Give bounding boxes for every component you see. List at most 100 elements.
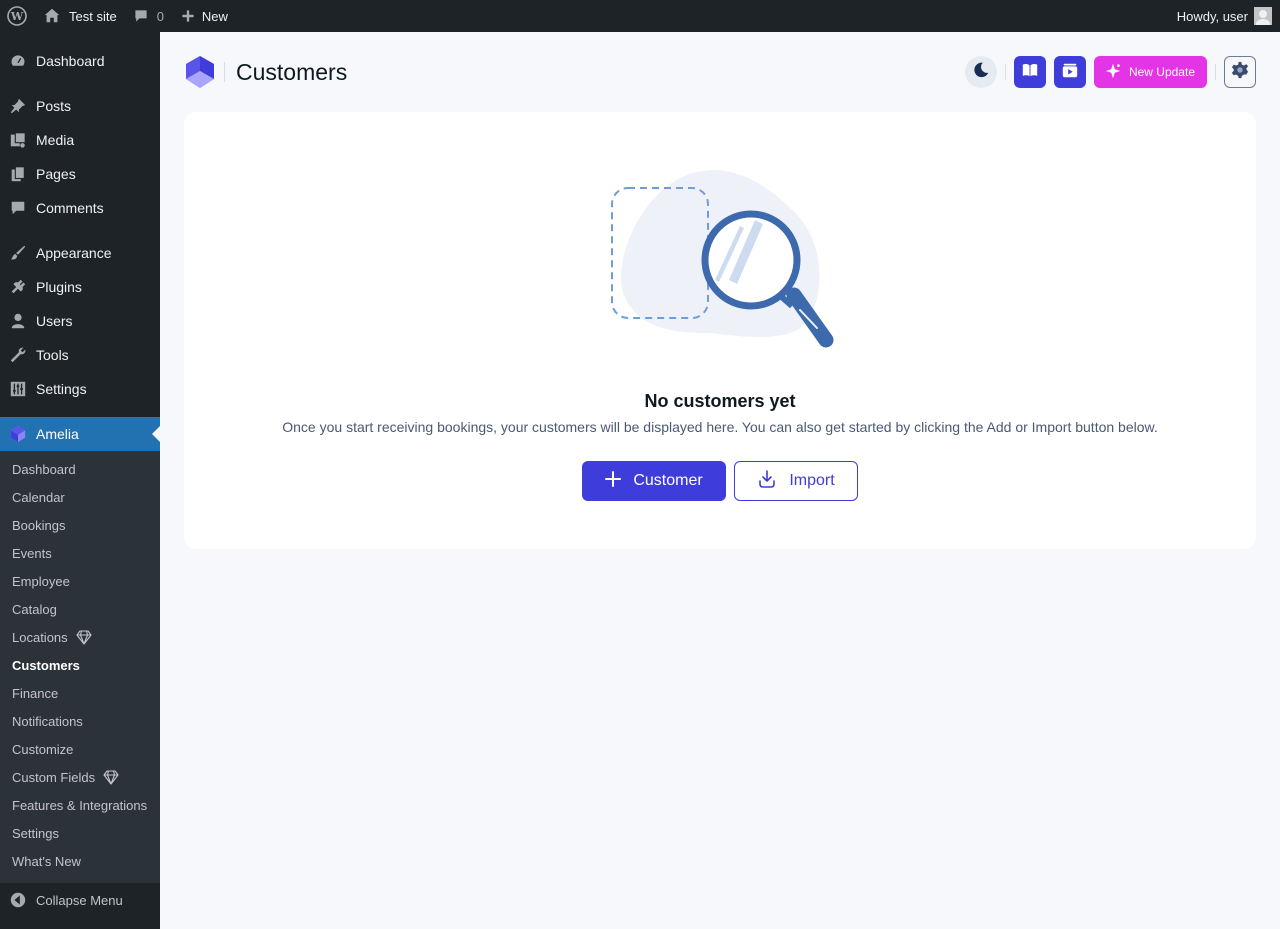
menu-item-label: Users (36, 313, 73, 329)
import-button[interactable]: Import (734, 461, 858, 501)
submenu-custom-fields[interactable]: Custom Fields (12, 763, 119, 791)
submenu-label: Settings (12, 825, 59, 841)
menu-item-comments[interactable]: Comments (0, 191, 160, 225)
settings-button[interactable] (1224, 56, 1256, 88)
plugin-icon (0, 278, 36, 296)
divider (1215, 64, 1216, 80)
submenu-label: Locations (12, 629, 68, 645)
menu-item-media[interactable]: Media (0, 123, 160, 157)
new-content-link[interactable]: New (172, 0, 236, 32)
submenu-label: Features & Integrations (12, 797, 148, 813)
dashboard-icon (0, 52, 36, 70)
menu-item-amelia[interactable]: Amelia (0, 417, 160, 451)
pin-icon (0, 97, 36, 115)
submenu-customize[interactable]: Customize (12, 735, 73, 763)
menu-item-label: Amelia (36, 426, 79, 442)
empty-state-card: No customers yet Once you start receivin… (184, 112, 1256, 549)
menu-item-settings[interactable]: Settings (0, 372, 160, 406)
add-customer-button[interactable]: Customer (582, 461, 726, 501)
collapse-menu-button[interactable]: Collapse Menu (0, 883, 160, 917)
submenu-label: Custom Fields (12, 769, 96, 785)
submenu-locations[interactable]: Locations (12, 623, 92, 651)
submenu-catalog[interactable]: Catalog (12, 595, 57, 623)
pages-icon (0, 165, 36, 183)
menu-item-pages[interactable]: Pages (0, 157, 160, 191)
menu-item-label: Posts (36, 98, 72, 114)
menu-item-dashboard[interactable]: Dashboard (0, 44, 160, 78)
menu-item-posts[interactable]: Posts (0, 89, 160, 123)
submenu-whats-new[interactable]: What's New (12, 847, 81, 875)
new-label: New (201, 8, 228, 24)
comments-link[interactable]: 0 (125, 0, 172, 32)
empty-state-title: No customers yet (644, 391, 796, 411)
avatar (1254, 7, 1272, 25)
menu-item-label: Plugins (36, 279, 82, 295)
menu-item-label: Pages (36, 166, 76, 182)
submenu-settings[interactable]: Settings (12, 819, 59, 847)
magnifier-illustration (610, 168, 840, 350)
menu-item-label: Media (36, 132, 75, 148)
submenu-bookings[interactable]: Bookings (12, 511, 65, 539)
svg-text:W: W (10, 10, 24, 23)
plus-icon (605, 470, 622, 492)
submenu-finance[interactable]: Finance (12, 679, 58, 707)
submenu-label: Finance (12, 685, 59, 701)
diamond-icon (76, 629, 92, 645)
greeting-text: Howdy, user (1176, 8, 1248, 24)
menu-item-users[interactable]: Users (0, 304, 160, 338)
submenu-calendar[interactable]: Calendar (12, 483, 65, 511)
empty-state-description: Once you start receiving bookings, your … (282, 419, 1158, 435)
collapse-arrow-icon (0, 891, 36, 909)
user-icon (0, 312, 36, 330)
submenu-label: Customers (12, 657, 80, 673)
menu-item-label: Appearance (36, 245, 112, 261)
submenu-employee[interactable]: Employee (12, 567, 70, 595)
account-menu[interactable]: Howdy, user (1177, 0, 1280, 32)
submenu-label: Notifications (12, 713, 83, 729)
media-icon (0, 131, 36, 149)
page-header: Customers New Update (184, 55, 1256, 89)
new-update-label: New Update (1128, 65, 1195, 79)
add-customer-label: Customer (633, 472, 703, 489)
header-actions: New Update (964, 56, 1256, 88)
new-update-button[interactable]: New Update (1093, 56, 1207, 88)
menu-item-label: Comments (36, 200, 104, 216)
menu-item-label: Dashboard (36, 53, 105, 69)
submenu-dashboard[interactable]: Dashboard (12, 455, 76, 483)
page-title: Customers (236, 58, 348, 85)
submenu-features-integrations[interactable]: Features & Integrations (12, 791, 147, 819)
comment-icon (133, 8, 149, 24)
site-name-link[interactable]: Test site (35, 0, 125, 32)
submenu-label: Bookings (12, 517, 66, 533)
submenu-customers[interactable]: Customers (12, 651, 80, 679)
submenu-notifications[interactable]: Notifications (12, 707, 83, 735)
wordpress-logo-icon[interactable]: W (0, 0, 35, 32)
divider (1004, 64, 1006, 80)
wrench-icon (0, 346, 36, 364)
amelia-submenu: Dashboard Calendar Bookings Events Emplo… (0, 451, 160, 883)
comment-icon (0, 199, 36, 217)
submenu-events[interactable]: Events (12, 539, 52, 567)
download-icon (757, 469, 777, 494)
book-icon (1021, 61, 1039, 84)
dark-mode-toggle[interactable] (964, 56, 997, 88)
site-name-label: Test site (69, 8, 117, 24)
collapse-label: Collapse Menu (36, 892, 123, 908)
admin-sidebar: Dashboard Posts Media Pages Comments App… (0, 32, 160, 929)
home-icon (43, 7, 61, 25)
submenu-label: Calendar (12, 489, 65, 505)
plus-icon (180, 8, 196, 24)
amelia-icon (0, 425, 36, 443)
admin-bar: W Test site 0 New Howdy, user (0, 0, 1280, 32)
brush-icon (0, 244, 36, 262)
documentation-button[interactable] (1013, 56, 1046, 88)
submenu-label: Employee (12, 573, 70, 589)
menu-item-tools[interactable]: Tools (0, 338, 160, 372)
gear-icon (1231, 61, 1249, 84)
video-tutorials-button[interactable] (1053, 56, 1086, 88)
diamond-icon (103, 769, 119, 785)
menu-item-appearance[interactable]: Appearance (0, 236, 160, 270)
menu-item-plugins[interactable]: Plugins (0, 270, 160, 304)
submenu-label: What's New (12, 853, 81, 869)
moon-icon (972, 61, 990, 84)
